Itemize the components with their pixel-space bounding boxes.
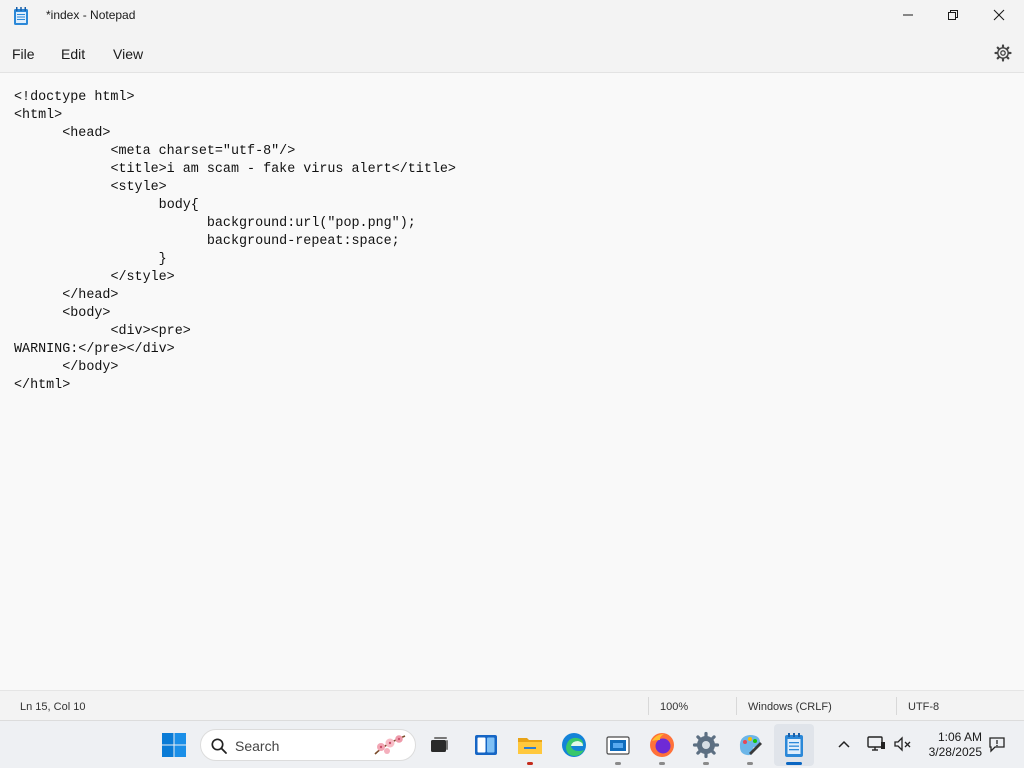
menu-bar: File Edit View: [0, 36, 1024, 70]
widgets-icon[interactable]: [472, 731, 500, 759]
status-bar: Ln 15, Col 10 100% Windows (CRLF) UTF-8: [0, 690, 1024, 721]
app-running-indicator: [659, 762, 665, 765]
restore-icon: [948, 10, 958, 20]
app-running-indicator: [615, 762, 621, 765]
notepad-window: *index - Notepad File Edit View <!doctyp…: [0, 0, 1024, 768]
status-divider: [736, 697, 737, 715]
app-running-indicator: [747, 762, 753, 765]
minimize-button[interactable]: [885, 0, 931, 30]
zoom-level: 100%: [660, 701, 689, 713]
windows-start-icon[interactable]: [160, 731, 188, 759]
minimize-icon: [903, 14, 913, 16]
menu-file[interactable]: File: [8, 44, 39, 64]
store-icon[interactable]: [604, 731, 632, 759]
title-bar: *index - Notepad: [0, 0, 1024, 32]
search-label: Search: [235, 738, 280, 754]
active-app-indicator: [786, 762, 802, 765]
notepad-taskbar-icon[interactable]: [780, 731, 808, 759]
close-button[interactable]: [976, 0, 1022, 30]
firefox-icon[interactable]: [648, 731, 676, 759]
text-editor[interactable]: <!doctype html> <html> <head> <meta char…: [0, 72, 1024, 691]
gear-icon[interactable]: [993, 43, 1013, 63]
cursor-position: Ln 15, Col 10: [20, 701, 86, 713]
notepad-icon: [14, 7, 28, 25]
close-icon: [993, 9, 1005, 21]
status-divider: [648, 697, 649, 715]
file-explorer-icon[interactable]: [516, 731, 544, 759]
encoding: UTF-8: [908, 701, 940, 713]
paint-icon[interactable]: [736, 731, 764, 759]
edge-icon[interactable]: [560, 731, 588, 759]
app-running-indicator: [527, 762, 533, 765]
app-running-indicator: [703, 762, 709, 765]
settings-app-icon[interactable]: [692, 731, 720, 759]
taskbar: Search 1:06 AM 3/28/2025: [0, 720, 1024, 768]
clock-date: 3/28/2025: [928, 745, 982, 759]
search-highlight-flower-icon: [374, 735, 406, 755]
menu-view[interactable]: View: [109, 44, 147, 64]
search-box[interactable]: Search: [200, 729, 416, 761]
volume-muted-icon[interactable]: [893, 735, 913, 753]
notification-icon[interactable]: [988, 735, 1006, 753]
network-icon[interactable]: [866, 735, 886, 753]
status-divider: [896, 697, 897, 715]
clock[interactable]: 1:06 AM 3/28/2025: [922, 730, 982, 760]
line-ending: Windows (CRLF): [748, 701, 832, 713]
restore-button[interactable]: [930, 0, 976, 30]
editor-content[interactable]: <!doctype html> <html> <head> <meta char…: [14, 89, 456, 395]
window-title: *index - Notepad: [46, 8, 136, 22]
task-view-icon[interactable]: [424, 731, 452, 759]
search-icon: [211, 738, 227, 754]
chevron-up-icon[interactable]: [837, 737, 851, 751]
menu-edit[interactable]: Edit: [57, 44, 89, 64]
clock-time: 1:06 AM: [937, 730, 982, 744]
